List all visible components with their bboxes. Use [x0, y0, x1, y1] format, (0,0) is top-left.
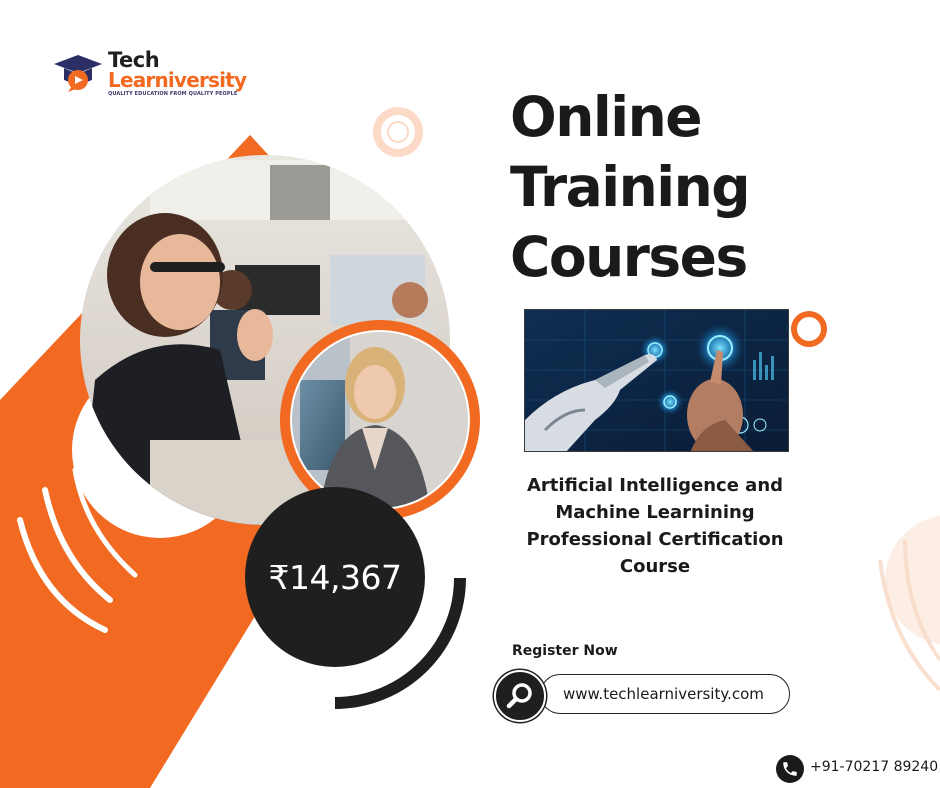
- promo-banner: Tech Learniversity QUALITY EDUCATION FRO…: [0, 0, 940, 788]
- website-link[interactable]: www.techlearniversity.com: [540, 674, 790, 714]
- register-label: Register Now: [512, 643, 618, 659]
- graduation-cap-icon: [54, 55, 102, 92]
- price-badge: ₹14,367: [245, 487, 425, 667]
- search-button[interactable]: [494, 670, 546, 722]
- course-title: Artificial Intelligence and Machine Lear…: [526, 475, 784, 577]
- brand-logo[interactable]: Tech Learniversity QUALITY EDUCATION FRO…: [50, 48, 250, 100]
- search-icon: [506, 683, 532, 709]
- page-title: Online Training Courses: [510, 82, 810, 292]
- ai-robot-image: [524, 309, 789, 452]
- phone-icon[interactable]: [776, 755, 804, 783]
- phone-number[interactable]: +91-70217 89240: [810, 759, 938, 775]
- brand-name-line2: Learniversity: [108, 68, 247, 92]
- website-url: www.techlearniversity.com: [563, 685, 764, 703]
- title-line-1: Online: [510, 85, 703, 149]
- title-line-3: Courses: [510, 225, 748, 289]
- brand-tagline: QUALITY EDUCATION FROM QUALITY PEOPLE: [108, 91, 238, 97]
- title-line-2: Training: [510, 155, 751, 219]
